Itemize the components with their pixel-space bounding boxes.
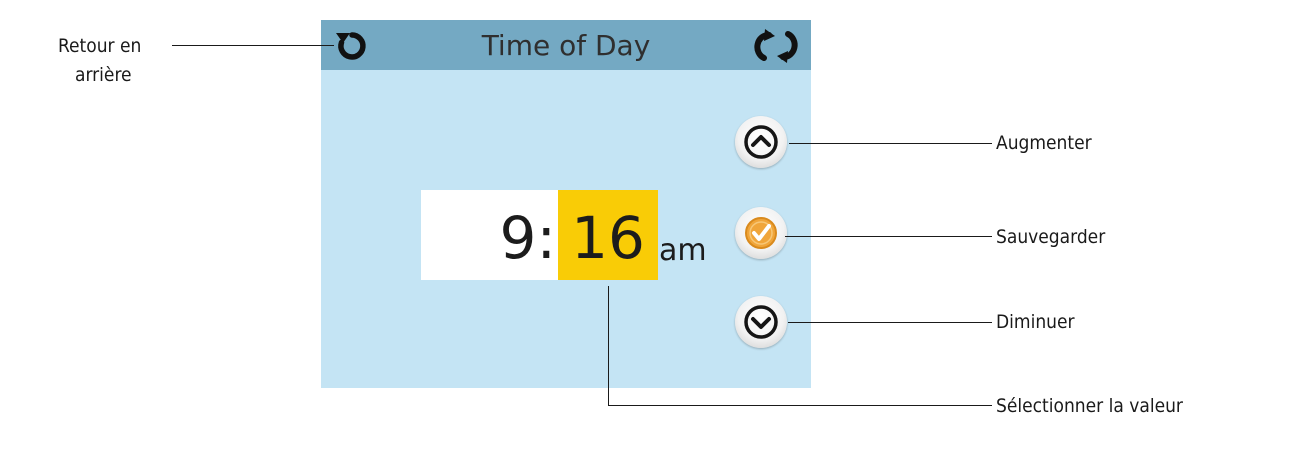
callout-select-label: Sélectionner la valeur bbox=[996, 395, 1183, 417]
callout-save-line bbox=[785, 236, 992, 237]
screen-title: Time of Day bbox=[481, 29, 651, 62]
title-bar: Time of Day bbox=[321, 20, 811, 70]
save-button[interactable] bbox=[735, 207, 787, 259]
increase-button[interactable] bbox=[735, 116, 787, 168]
minute-value: 16 bbox=[571, 204, 645, 272]
minute-field-selected[interactable]: 16 bbox=[558, 190, 658, 280]
chevron-down-icon bbox=[744, 305, 778, 339]
hour-field[interactable]: 9: bbox=[421, 190, 558, 280]
time-display: 9: 16 bbox=[421, 190, 658, 280]
callout-increase-label: Augmenter bbox=[996, 132, 1092, 154]
callout-decrease-line bbox=[788, 322, 992, 323]
callout-back-label-line1: Retour en bbox=[58, 35, 142, 57]
refresh-button[interactable] bbox=[751, 27, 801, 65]
meridiem-label: am bbox=[659, 233, 707, 268]
time-of-day-screen: Time of Day 9: 16 am bbox=[321, 20, 811, 388]
callout-back-line bbox=[172, 45, 334, 46]
checkmark-icon bbox=[745, 217, 777, 249]
hour-value: 9: bbox=[499, 204, 556, 272]
decrease-button[interactable] bbox=[735, 296, 787, 348]
back-button[interactable] bbox=[333, 27, 371, 65]
callout-select-vertical-line bbox=[608, 286, 609, 406]
callout-save-label: Sauvegarder bbox=[996, 226, 1106, 248]
callout-decrease-label: Diminuer bbox=[996, 311, 1075, 333]
back-arrow-icon bbox=[336, 32, 366, 60]
callout-select-line bbox=[608, 405, 992, 406]
callout-increase-line bbox=[789, 143, 992, 144]
chevron-up-icon bbox=[744, 125, 778, 159]
callout-back-label-line2: arrière bbox=[75, 64, 132, 86]
refresh-icon bbox=[754, 29, 798, 63]
